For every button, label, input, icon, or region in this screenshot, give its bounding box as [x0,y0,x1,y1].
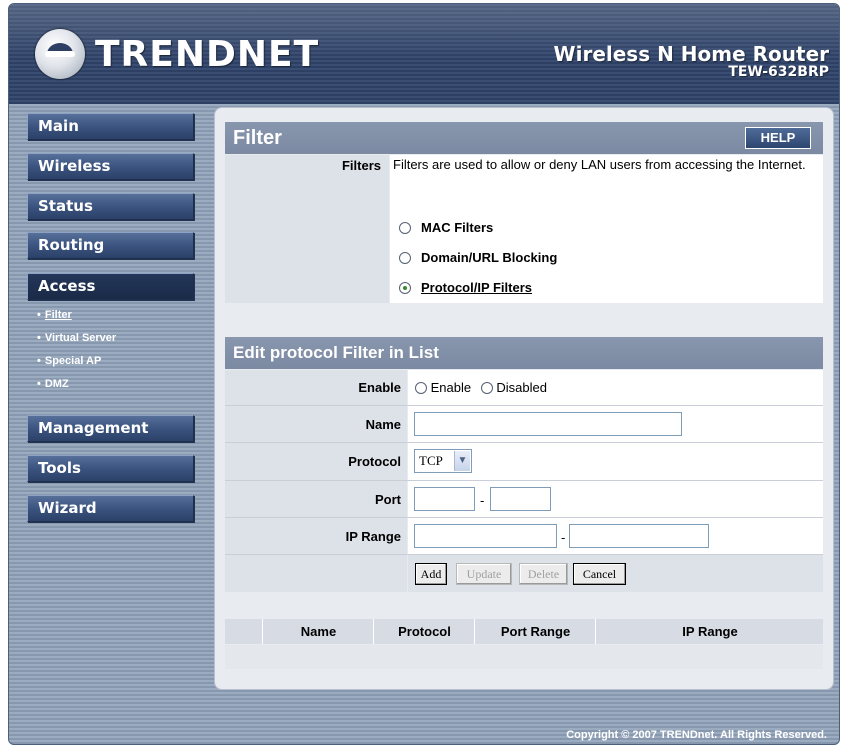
router-frame: TRENDNET Wireless N Home Router TEW-632B… [8,3,840,745]
menu-wizard[interactable]: Wizard [27,495,194,522]
filters-label-cell [225,155,389,303]
protocol-select[interactable]: TCP ▼ [414,449,472,473]
port-end-input[interactable] [490,487,551,511]
submenu-filter[interactable]: • Filter [31,304,116,327]
column-header-name: Name [264,619,374,644]
filter-list-header: Name Protocol Port Range IP Range [225,619,823,644]
protocol-value: TCP [419,453,443,468]
submenu-dmz-label: DMZ [44,378,69,390]
menu-management[interactable]: Management [27,415,194,442]
enable-radio[interactable] [415,382,427,394]
submenu-dmz[interactable]: • DMZ [31,373,116,396]
copyright-footer: Copyright © 2007 TRENDnet. All Rights Re… [566,729,827,741]
help-button[interactable]: HELP [745,127,811,149]
menu-status[interactable]: Status [27,193,194,220]
submenu-filter-label: Filter [44,309,72,321]
delete-button[interactable]: Delete [519,563,568,585]
filter-list-body [225,645,823,669]
disabled-option-label: Disabled [496,380,547,395]
menu-tools[interactable]: Tools [27,455,194,482]
enable-label: Enable [358,380,401,395]
menu-wireless[interactable]: Wireless [27,153,194,180]
mac-filters-radio[interactable] [399,222,411,234]
product-title: Wireless N Home Router [553,42,829,66]
trendnet-logo: TRENDNET [35,28,319,80]
menu-main[interactable]: Main [27,113,194,140]
column-header-protocol: Protocol [375,619,475,644]
port-label: Port [375,492,401,507]
submenu-virtual-server[interactable]: • Virtual Server [31,327,116,350]
menu-routing[interactable]: Routing [27,232,194,259]
brand-name: TRENDNET [95,33,320,75]
chevron-down-icon[interactable]: ▼ [454,451,470,471]
edit-label-column [225,370,407,592]
protocol-ip-radio[interactable] [399,282,411,294]
port-start-input[interactable] [414,487,475,511]
edit-section-header: Edit protocol Filter in List [225,337,823,369]
bullet-icon: • [37,378,41,390]
bullet-icon: • [37,355,41,367]
ip-end-input[interactable] [569,524,709,548]
submenu-special-ap-label: Special AP [44,355,102,367]
column-header-port-range: Port Range [476,619,596,644]
row-divider [225,442,823,443]
menu-access[interactable]: Access [27,273,194,300]
add-button[interactable]: Add [415,563,447,585]
enable-radio-group: Enable Disabled [415,380,547,395]
port-separator: - [480,493,485,508]
enable-option-label: Enable [430,380,472,395]
page-title: Filter [233,127,282,149]
row-divider [225,517,823,518]
content-panel: Filter HELP Filters Filters are used to … [214,107,834,690]
bullet-icon: • [37,309,41,321]
row-divider [225,405,823,406]
protocol-ip-label: Protocol/IP Filters [421,280,533,295]
option-mac-filters[interactable]: MAC Filters [399,220,493,235]
submenu-special-ap[interactable]: • Special AP [31,350,116,373]
ip-separator: - [561,530,566,545]
mac-filters-label: MAC Filters [421,220,494,235]
row-divider [225,480,823,481]
list-select-column [225,619,263,644]
filter-section-header: Filter HELP [225,122,823,154]
name-label: Name [365,417,401,432]
product-model: TEW-632BRP [728,64,829,80]
ip-range-label: IP Range [345,529,401,544]
ip-start-input[interactable] [414,524,557,548]
filters-description: Filters are used to allow or deny LAN us… [393,157,806,172]
update-button[interactable]: Update [456,563,512,585]
domain-url-label: Domain/URL Blocking [421,250,558,265]
bullet-icon: • [37,332,41,344]
name-input[interactable] [414,412,682,436]
row-divider [225,554,823,555]
protocol-label: Protocol [348,454,401,469]
submenu-virtual-server-label: Virtual Server [44,332,117,344]
column-header-ip-range: IP Range [682,624,738,639]
product-title-block: Wireless N Home Router TEW-632BRP [554,44,829,80]
domain-url-radio[interactable] [399,252,411,264]
option-protocol-ip-filters[interactable]: Protocol/IP Filters [399,280,532,295]
access-submenu: • Filter • Virtual Server • Special AP • DMZ [31,304,116,396]
trendnet-logo-icon [35,29,85,79]
cancel-button[interactable]: Cancel [573,563,626,585]
filters-label: Filters [341,158,381,173]
option-domain-url-blocking[interactable]: Domain/URL Blocking [399,250,557,265]
header-banner: TRENDNET Wireless N Home Router TEW-632B… [9,4,839,104]
disabled-radio[interactable] [480,382,493,394]
